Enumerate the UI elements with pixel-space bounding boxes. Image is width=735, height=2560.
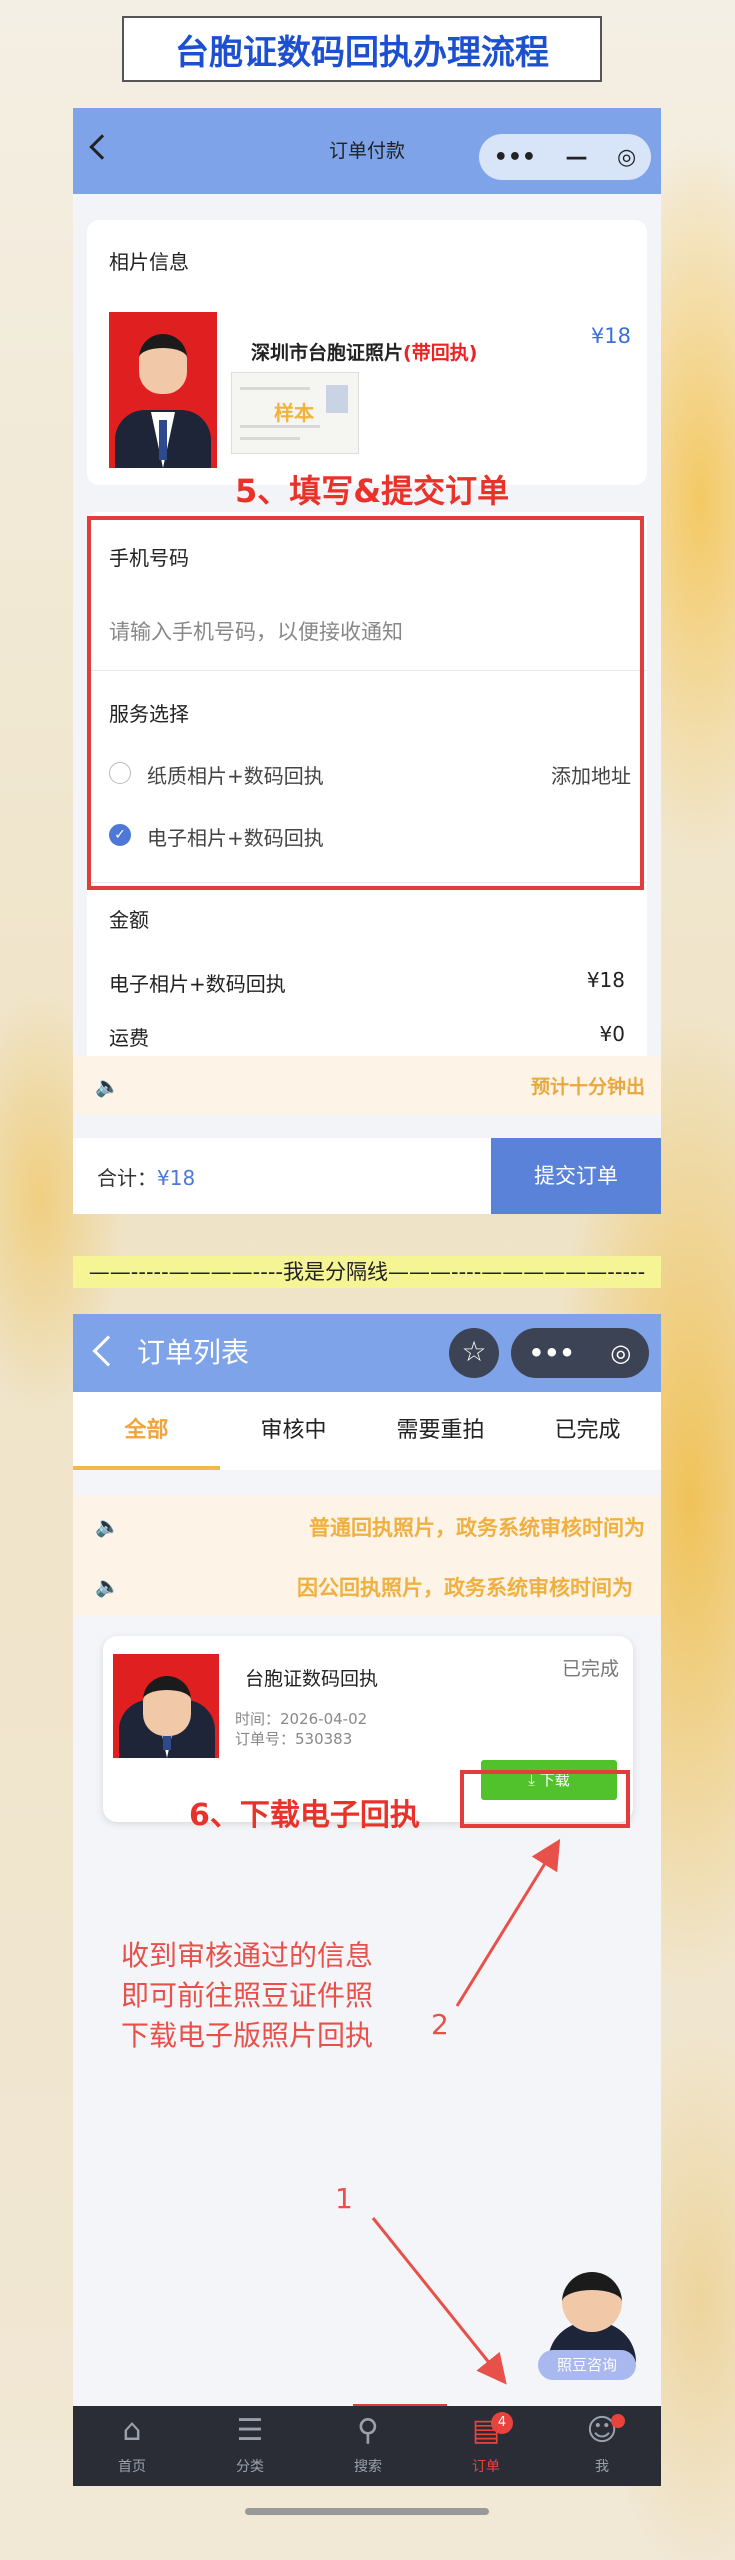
more-icon[interactable]: •••	[494, 145, 536, 170]
minimize-icon[interactable]: —	[565, 145, 587, 170]
amount-label: 金额	[109, 908, 149, 932]
product-name: 深圳市台胞证照片(带回执)	[251, 342, 478, 364]
banner-title: 台胞证数码回执办理流程	[122, 16, 602, 82]
close-icon[interactable]: ◎	[617, 145, 636, 170]
home-icon: ⌂	[122, 2413, 142, 2448]
total-amount: 合计：¥18	[97, 1166, 196, 1190]
speaker-icon: 🔈	[95, 1074, 120, 1098]
nav-home[interactable]: ⌂ 首页	[73, 2406, 191, 2486]
product-price: ¥18	[590, 324, 631, 348]
user-icon: ☺	[586, 2413, 618, 2448]
notification-dot	[611, 2414, 625, 2428]
nav-search[interactable]: ⚲ 搜索	[309, 2406, 427, 2486]
photo-info-label: 相片信息	[109, 250, 189, 274]
notice-text: 预计十分钟出	[530, 1076, 645, 1098]
submit-order-button[interactable]: 提交订单	[491, 1138, 661, 1214]
step5-title: 5、填写&提交订单	[235, 472, 510, 510]
id-photo-thumbnail	[109, 312, 217, 468]
amount-item-price: ¥18	[586, 968, 625, 992]
highlight-box-form	[87, 516, 644, 890]
order-icon: ▤	[471, 2413, 501, 2448]
amount-item-name: 电子相片+数码回执	[109, 972, 286, 996]
checkout-bar: 合计：¥18 提交订单	[73, 1138, 661, 1214]
miniapp-capsule: ••• — ◎	[479, 134, 651, 180]
category-icon: ☰	[236, 2413, 264, 2448]
bottom-nav: ⌂ 首页 ☰ 分类 ⚲ 搜索 ▤ 订单 4 ☺ 我	[73, 2406, 661, 2486]
arrow-to-download	[455, 1838, 561, 2007]
notice-banner: 🔈 预计十分钟出	[73, 1056, 661, 1114]
consult-button[interactable]: 照豆咨询	[538, 2350, 636, 2380]
order-payment-screen: 订单付款 ••• — ◎ 相片信息 深圳市台胞证照片(带回执) ¥18 样本 5…	[73, 108, 661, 1214]
search-icon: ⚲	[357, 2413, 379, 2448]
separator-line: ——-----————----我是分隔线———----——————-----	[73, 1256, 661, 1288]
order-count-badge: 4	[491, 2412, 513, 2434]
arrow-to-orders-tab	[371, 2217, 507, 2385]
payment-header: 订单付款 ••• — ◎	[73, 108, 661, 194]
nav-category[interactable]: ☰ 分类	[191, 2406, 309, 2486]
nav-me[interactable]: ☺ 我	[543, 2406, 661, 2486]
receipt-sample-image: 样本	[231, 372, 359, 454]
shipping-label: 运费	[109, 1026, 149, 1050]
home-indicator	[245, 2508, 489, 2515]
consultant-avatar[interactable]	[562, 2272, 622, 2332]
sample-stamp: 样本	[274, 401, 314, 425]
nav-orders[interactable]: ▤ 订单 4	[427, 2406, 545, 2486]
photo-info-card: 相片信息 深圳市台胞证照片(带回执) ¥18 样本	[87, 220, 647, 485]
shipping-price: ¥0	[599, 1022, 625, 1046]
